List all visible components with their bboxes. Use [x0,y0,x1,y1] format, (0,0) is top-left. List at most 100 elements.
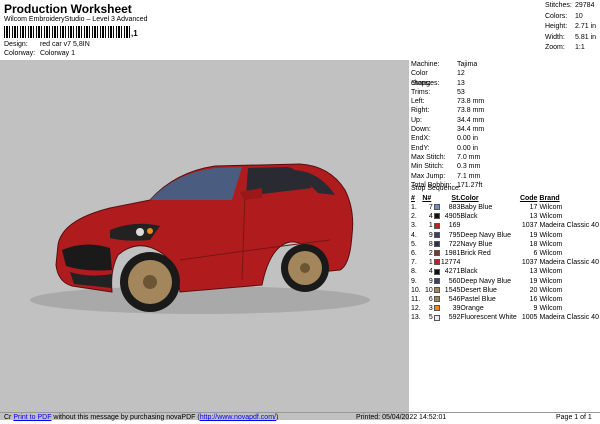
property-label: Trims: [411,88,431,96]
stitch-count: 4271 [444,268,461,276]
color-code: 1037 [521,259,538,267]
color-swatch [433,305,440,312]
novapdf-link[interactable]: http://www.novapdf.com/ [200,414,276,421]
property-label: Left: [411,98,425,106]
printed-date: Printed: 05/04/2022 14:52:01 [356,414,447,421]
needle-number: 6 [428,296,433,304]
color-name: Pastel Blue [460,296,496,304]
design-row: Design: red car v7 5,8IN [4,41,90,48]
needle-number: 4 [428,213,433,221]
column-header [433,194,441,203]
property-value: Tajima [457,61,478,68]
brand-name: Wilcom [539,296,563,304]
swatch-cell [433,286,441,295]
stat-row: Colors: 10 [545,13,599,24]
property-label: Machine: [411,61,440,68]
property-row: Max Jump: 7.1 mm [411,172,599,181]
color-swatch [433,296,440,303]
needle-number: 3 [428,305,433,313]
colorway-row: Colorway: Colorway 1 [4,50,75,57]
table-row: 6. 2 1981 Brick Red 6 Wilcom [411,249,599,258]
property-row: Right: 73.8 mm [411,106,599,115]
brand-name: Madeira Classic 40 [539,314,599,322]
table-row: 12. 3 39 Orange 9 Wilcom [411,304,599,313]
stitch-count: 39 [452,305,461,313]
property-value: 12 [457,70,465,78]
brand-name: Madeira Classic 40 [539,259,599,267]
color-swatch [433,213,440,220]
column-header: Code [517,194,538,203]
property-label: Max Stitch: [411,153,446,161]
color-swatch [433,286,440,293]
color-code: 13 [529,268,538,276]
design-label: Design: [4,41,28,48]
needle-number: 1 [428,259,433,267]
color-name: Black [460,213,478,221]
stitch-count: 722 [448,240,461,248]
property-label: Right: [411,107,430,115]
property-row: Trims: 53 [411,88,599,97]
property-label: Stops: [411,79,431,87]
color-swatch [433,314,440,321]
stitch-count: 1981 [444,250,461,258]
stat-label: Height: [545,23,568,30]
table-row: 13. 5 592 Fluorescent White 1005 Madeira Clas… [411,313,599,322]
stat-label: Colors: [545,12,568,20]
table-row: 10. 10 1545 Desert Blue 20 Wilcom [411,286,599,295]
stitch-count: 12774 [440,259,461,267]
property-label: EndY: [411,144,430,152]
row-number: 7. [411,259,417,267]
car-embroidery-image [30,163,370,314]
property-row: Left: 73.8 mm [411,97,599,106]
color-swatch [433,259,440,266]
color-code: 20 [529,286,538,294]
header-code: Code [519,195,538,202]
software-subtitle: Wilcom EmbroideryStudio – Level 3 Advanc… [4,16,148,23]
swatch-cell [433,249,441,258]
property-row: Max Stitch: 7.0 mm [411,153,599,162]
swatch-cell [433,304,441,313]
stat-label: Zoom: [545,44,565,51]
brand-name: Wilcom [539,231,563,239]
color-name: Desert Blue [460,286,497,294]
row-number: 12. [411,305,421,313]
stitch-count: 1545 [444,286,461,294]
property-row: Down: 34.4 mm [411,125,599,134]
print-to-pdf-link[interactable]: Print to PDF [13,414,51,421]
barcode-suffix: ,1 [131,29,138,38]
property-value: 13 [457,79,465,87]
row-number: 8. [411,268,417,276]
table-row: 1. 7 883 Baby Blue 17 Wilcom [411,203,599,212]
property-value: 73.8 mm [457,98,485,106]
row-number: 13. [411,314,421,322]
color-swatch [433,231,440,238]
column-header: St. [441,194,460,203]
property-row: EndX: 0.00 in [411,134,599,143]
color-name: Deep Navy Blue [460,231,511,239]
property-value: 34.4 mm [457,126,485,134]
color-code: 1005 [521,314,538,322]
row-number: 1. [411,204,417,211]
column-header: # [411,194,422,203]
color-name: Navy Blue [460,240,493,248]
header-color: Color [460,195,479,202]
header-brand: Brand [539,195,560,202]
stop-sequence-title: Stop Sequence: [411,185,461,192]
color-swatch [433,268,440,275]
swatch-cell [433,212,441,221]
footer-prefix: Cr [4,414,12,421]
barcode [4,26,130,38]
table-row: 3. 1 169 1037 Madeira Classic 40 [411,221,599,230]
color-name: Baby Blue [460,204,493,211]
column-header: Brand [537,194,599,203]
property-row: EndY: 0.00 in [411,144,599,153]
property-label: Max Jump: [411,172,446,180]
color-swatch [433,250,440,257]
color-swatch [433,204,440,211]
property-row: Min Stitch: 0.3 mm [411,162,599,171]
stitch-count: 592 [448,314,461,322]
needle-number: 9 [428,277,433,285]
property-row: Stops: 13 [411,79,599,88]
swatch-cell [433,240,441,249]
stat-value: 2.71 in [575,23,597,30]
